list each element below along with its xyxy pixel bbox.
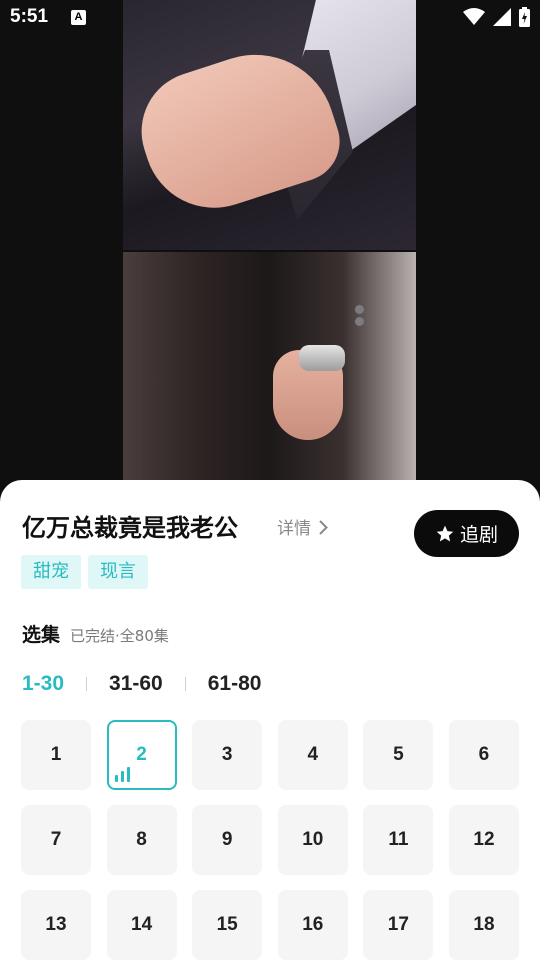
playing-bars-icon <box>114 767 130 782</box>
star-icon <box>436 525 454 541</box>
episode-item[interactable]: 15 <box>192 890 263 960</box>
tag[interactable]: 甜宠 <box>21 555 81 589</box>
follow-label: 追剧 <box>459 524 498 546</box>
notification-a-icon: A <box>71 10 86 25</box>
episode-item[interactable]: 16 <box>277 890 348 960</box>
range-tab-1-30[interactable]: 1-30 <box>22 672 64 696</box>
tag-list: 甜宠 现言 <box>21 555 148 589</box>
video-frame-top <box>123 0 416 250</box>
episode-item[interactable]: 8 <box>106 805 177 875</box>
drama-title: 亿万总裁竟是我老公 <box>22 514 238 542</box>
episode-item[interactable]: 4 <box>277 720 348 790</box>
range-tab-61-80[interactable]: 61-80 <box>208 672 262 696</box>
status-time: 5:51 <box>10 6 49 27</box>
detail-link[interactable]: 详情 <box>277 514 328 539</box>
signal-icon <box>493 8 511 26</box>
episode-sheet: 亿万总裁竟是我老公 详情 追剧 甜宠 现言 选集 已完结·全80集 1-30 3… <box>0 480 540 960</box>
coat-buttons <box>355 305 365 327</box>
range-divider <box>184 677 186 691</box>
wifi-icon <box>463 8 485 25</box>
range-tab-31-60[interactable]: 31-60 <box>109 672 163 696</box>
episode-item[interactable]: 3 <box>192 720 263 790</box>
episode-item[interactable]: 5 <box>363 720 434 790</box>
episode-item[interactable]: 17 <box>363 890 434 960</box>
episode-item[interactable]: 12 <box>448 805 519 875</box>
detail-label: 详情 <box>277 519 311 539</box>
tag[interactable]: 现言 <box>88 555 148 589</box>
episode-item-current[interactable]: 2 <box>106 720 177 790</box>
episode-item[interactable]: 14 <box>106 890 177 960</box>
chevron-right-icon <box>319 519 328 535</box>
battery-charging-icon <box>519 7 530 27</box>
episode-item[interactable]: 9 <box>192 805 263 875</box>
status-icons <box>463 7 530 27</box>
status-bar: 5:51 A <box>0 0 540 36</box>
episode-item[interactable]: 1 <box>21 720 91 790</box>
video-frame-bottom <box>123 252 416 480</box>
episodes-header: 选集 已完结·全80集 <box>22 620 169 647</box>
episode-grid: 1 2 3 4 5 6 7 8 9 10 11 12 13 14 15 16 1… <box>21 720 519 960</box>
episode-range-tabs: 1-30 31-60 61-80 <box>22 672 261 696</box>
episode-item[interactable]: 7 <box>21 805 91 875</box>
range-divider <box>86 677 88 691</box>
episodes-status: 已完结·全80集 <box>70 627 169 645</box>
episode-item[interactable]: 6 <box>448 720 519 790</box>
episode-item[interactable]: 18 <box>448 890 519 960</box>
video-player[interactable] <box>123 0 416 480</box>
episode-item[interactable]: 13 <box>21 890 91 960</box>
watch-shape <box>299 345 345 371</box>
follow-button[interactable]: 追剧 <box>414 510 519 557</box>
episode-item[interactable]: 11 <box>363 805 434 875</box>
episode-item[interactable]: 10 <box>277 805 348 875</box>
episodes-title: 选集 <box>22 624 61 646</box>
episode-number: 2 <box>136 744 147 765</box>
